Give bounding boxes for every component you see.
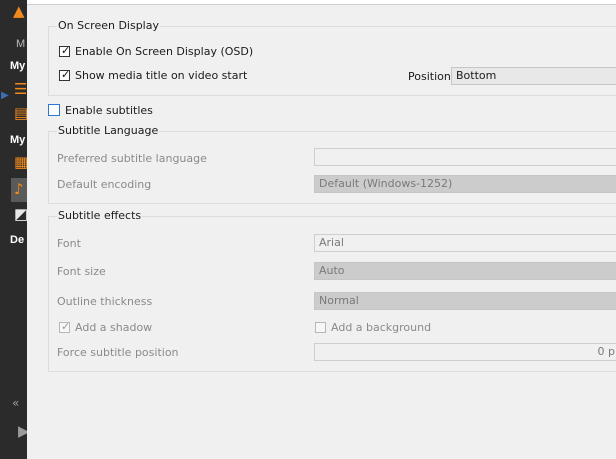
sidebar-heading-devices: De <box>10 234 25 246</box>
font-select[interactable]: Arial <box>314 234 616 252</box>
picture-icon[interactable]: ◩ <box>14 207 27 222</box>
add-background-checkbox[interactable] <box>315 322 326 333</box>
force-position-label: Force subtitle position <box>57 346 179 359</box>
position-select[interactable]: Bottom <box>451 67 616 85</box>
outline-thickness-select[interactable]: Normal <box>314 292 616 310</box>
panel-top-edge <box>27 0 616 5</box>
font-size-select[interactable]: Auto <box>314 262 616 280</box>
library-icon[interactable]: ▤ <box>14 106 27 121</box>
expand-arrow-icon[interactable]: ▶ <box>1 88 9 103</box>
sidebar-heading-my-computer: My <box>10 60 26 72</box>
position-label: Position <box>408 70 451 83</box>
music-icon[interactable]: ♪ <box>14 182 24 197</box>
default-encoding-select[interactable]: Default (Windows-1252) <box>314 175 616 193</box>
add-shadow-label[interactable]: Add a shadow <box>75 321 152 335</box>
sidebar-heading-media: M <box>16 38 26 50</box>
show-media-title-label[interactable]: Show media title on video start <box>75 69 247 83</box>
font-size-label: Font size <box>57 265 106 278</box>
outline-thickness-label: Outline thickness <box>57 295 153 308</box>
rewind-icon[interactable]: « <box>12 396 19 411</box>
osd-group-title: On Screen Display <box>57 19 160 33</box>
add-background-label[interactable]: Add a background <box>331 321 431 335</box>
checkmark-icon: ✓ <box>61 44 71 57</box>
default-encoding-label: Default encoding <box>57 178 152 191</box>
enable-osd-checkbox[interactable]: ✓ <box>59 44 71 57</box>
subtitle-effects-title: Subtitle effects <box>57 209 143 223</box>
enable-subtitles-label[interactable]: Enable subtitles <box>65 104 153 118</box>
playlist-icon[interactable]: ☰ <box>14 82 27 97</box>
add-shadow-checkbox[interactable]: ✓ <box>59 320 71 333</box>
vlc-cone-icon: ▲ <box>13 2 25 20</box>
font-label: Font <box>57 237 81 250</box>
preferred-language-input[interactable] <box>314 148 616 166</box>
sidebar: ▲ M My ☰ ▤ ▶ My ▦ ♪ ◩ De « ▶ <box>0 0 27 459</box>
subtitle-language-group: Subtitle Language <box>48 124 616 204</box>
checkmark-icon: ✓ <box>61 320 71 333</box>
video-icon[interactable]: ▦ <box>14 155 27 170</box>
subtitle-language-title: Subtitle Language <box>57 124 160 138</box>
checkmark-icon: ✓ <box>61 68 71 81</box>
enable-osd-label[interactable]: Enable On Screen Display (OSD) <box>75 45 253 59</box>
osd-group: On Screen Display <box>48 19 616 96</box>
enable-subtitles-checkbox[interactable] <box>48 104 60 116</box>
preferred-language-label: Preferred subtitle language <box>57 152 207 165</box>
play-icon[interactable]: ▶ <box>18 424 27 439</box>
force-position-spinbox[interactable]: 0 p <box>314 343 616 361</box>
sidebar-heading-my-media: My <box>10 134 26 146</box>
show-media-title-checkbox[interactable]: ✓ <box>59 68 71 81</box>
